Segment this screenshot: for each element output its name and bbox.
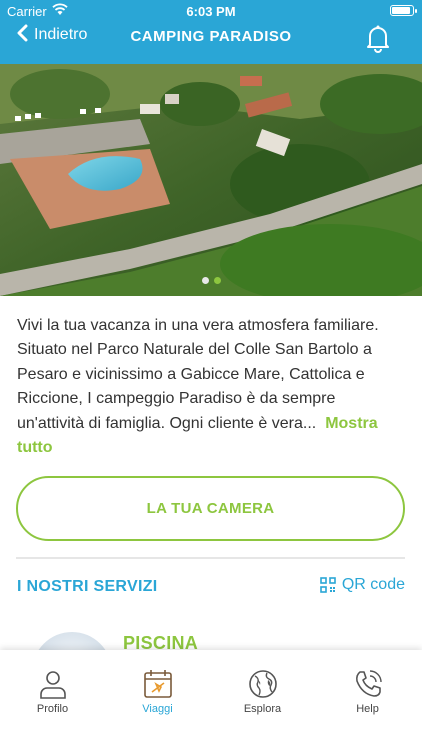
tab-label: Viaggi	[142, 703, 173, 715]
back-button[interactable]: Indietro	[16, 24, 87, 46]
tab-label: Help	[356, 703, 379, 715]
carousel-dot-active[interactable]	[213, 277, 221, 284]
qr-code-button[interactable]: QR code	[320, 576, 405, 594]
status-bar: Carrier 6:03 PM	[0, 0, 422, 22]
phone-icon	[352, 668, 384, 700]
battery-icon	[390, 5, 417, 16]
calendar-plane-icon	[142, 668, 174, 700]
tab-label: Esplora	[243, 703, 282, 715]
carousel-indicator	[0, 277, 422, 284]
back-label: Indietro	[34, 26, 88, 43]
bell-icon[interactable]	[362, 22, 394, 54]
tab-bar: Profilo Viaggi Esplora Help	[0, 650, 422, 750]
campsite-aerial-photo	[0, 64, 422, 296]
camping-description: Vivi la tua vacanza in una vera atmosfer…	[17, 314, 405, 460]
tab-help[interactable]: Help	[315, 650, 420, 730]
qr-code-label: QR code	[341, 576, 405, 593]
tab-label: Profilo	[36, 703, 69, 715]
user-icon	[37, 668, 69, 700]
clock: 6:03 PM	[186, 4, 236, 19]
navigation-bar: Indietro CAMPING PARADISO	[0, 22, 422, 64]
tab-viaggi[interactable]: Viaggi	[105, 650, 210, 730]
globe-icon	[247, 668, 279, 700]
carousel-dot[interactable]	[201, 277, 209, 284]
services-heading: I NOSTRI SERVIZI	[17, 578, 158, 595]
section-divider	[16, 557, 405, 559]
top-bar: Carrier 6:03 PM Indietro CAMPING PARADIS…	[0, 0, 422, 64]
tab-profilo[interactable]: Profilo	[0, 650, 105, 730]
qr-code-icon	[320, 577, 336, 593]
tab-esplora[interactable]: Esplora	[210, 650, 315, 730]
hero-image-carousel[interactable]	[0, 64, 422, 296]
chevron-left-icon	[16, 24, 28, 46]
your-room-button[interactable]: LA TUA CAMERA	[16, 476, 405, 541]
